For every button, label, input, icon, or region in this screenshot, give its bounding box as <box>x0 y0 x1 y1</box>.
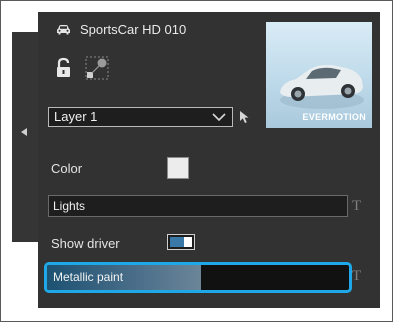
toggle-fill <box>170 237 184 247</box>
text-type-icon[interactable]: T <box>352 198 361 215</box>
layer-dropdown[interactable]: Layer 1 <box>48 107 233 127</box>
name-text-field[interactable]: Lights <box>48 195 348 217</box>
show-driver-toggle[interactable] <box>167 234 195 250</box>
slider-label: Metallic paint <box>53 270 124 284</box>
show-driver-label: Show driver <box>51 236 120 251</box>
color-swatch[interactable] <box>167 157 189 179</box>
metallic-paint-slider[interactable]: Metallic paint <box>44 262 352 293</box>
car-icon <box>57 25 70 35</box>
unlock-icon[interactable] <box>55 57 73 79</box>
model-thumbnail: EVERMOTION <box>266 22 372 128</box>
chevron-down-icon[interactable] <box>212 112 226 122</box>
collapse-panel-tab[interactable] <box>12 32 40 242</box>
thumbnail-logo: EVERMOTION <box>302 112 366 122</box>
slider-type-icon[interactable]: T <box>352 268 361 285</box>
color-label: Color <box>51 161 83 176</box>
object-title: SportsCar HD 010 <box>80 22 187 37</box>
arrow-pointer-icon[interactable] <box>239 110 251 124</box>
layer-dropdown-value: Layer 1 <box>54 109 98 124</box>
collapse-arrow-icon[interactable] <box>21 128 27 136</box>
pivot-icon[interactable] <box>85 56 109 80</box>
object-properties-panel: SportsCar HD 010 EVERMOTION Layer 1 Colo… <box>38 12 380 308</box>
toggle-knob <box>184 237 192 247</box>
